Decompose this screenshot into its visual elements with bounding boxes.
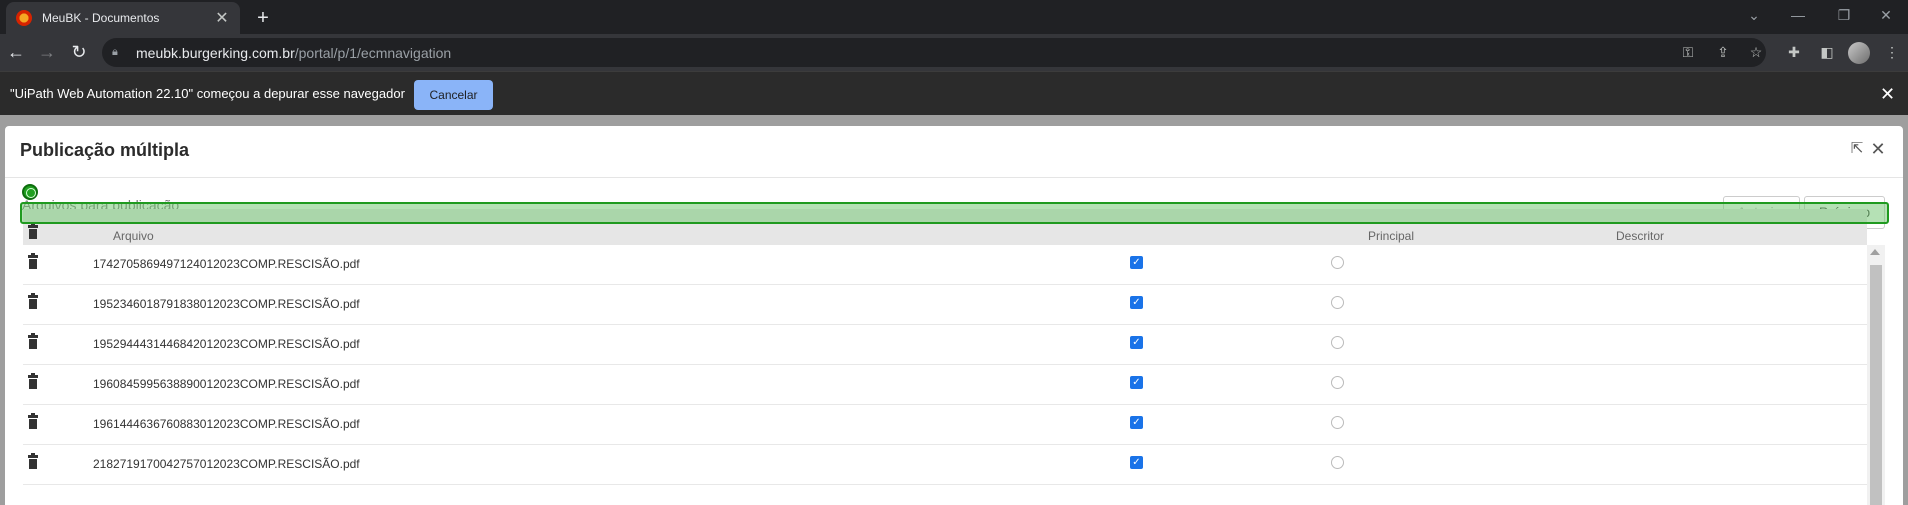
publish-modal: Publicação múltipla ⇱ ✕ Arquivos para pu…: [5, 126, 1903, 505]
file-name: 17427058694971240120​23COMP.RESCISÃO.pdf: [93, 257, 360, 271]
popout-icon[interactable]: ⇱: [1848, 140, 1866, 158]
file-name: 19523460187918380120​23COMP.RESCISÃO.pdf: [93, 297, 360, 311]
forward-arrow-icon[interactable]: →: [36, 41, 58, 63]
file-name: 19529444314468420120​23COMP.RESCISÃO.pdf: [93, 337, 360, 351]
table-row: 19614446367608830120​23COMP.RESCISÃO.pdf…: [23, 405, 1867, 445]
files-table: Arquivo Principal Descritor 174270586949…: [23, 209, 1885, 505]
descritor-radio[interactable]: [1331, 336, 1344, 349]
scroll-thumb[interactable]: [1870, 265, 1882, 505]
table-row: 19608459956388900120​23COMP.RESCISÃO.pdf…: [23, 365, 1867, 405]
new-tab-button[interactable]: +: [250, 6, 276, 32]
principal-checkbox[interactable]: ✓: [1130, 456, 1143, 469]
modal-title: Publicação múltipla: [20, 140, 190, 160]
key-icon[interactable]: ⚿: [1678, 42, 1698, 62]
descritor-radio[interactable]: [1331, 376, 1344, 389]
modal-close-icon[interactable]: ✕: [1869, 140, 1887, 158]
profile-avatar[interactable]: [1848, 42, 1870, 64]
file-name: 21827191700427570120​23COMP.RESCISÃO.pdf: [93, 457, 360, 471]
descritor-radio[interactable]: [1331, 296, 1344, 309]
extensions-puzzle-icon[interactable]: ✚: [1784, 42, 1804, 62]
principal-checkbox[interactable]: ✓: [1130, 336, 1143, 349]
principal-checkbox[interactable]: ✓: [1130, 296, 1143, 309]
descritor-radio[interactable]: [1331, 416, 1344, 429]
principal-checkbox[interactable]: ✓: [1130, 416, 1143, 429]
window-close-button[interactable]: ✕: [1866, 4, 1906, 26]
tab-search-icon[interactable]: ⌄: [1734, 4, 1774, 26]
bookmark-star-icon[interactable]: ☆: [1746, 42, 1766, 62]
cancel-debugging-button[interactable]: Cancelar: [414, 80, 493, 110]
debugging-infobar: "UiPath Web Automation 22.10" começou a …: [0, 71, 1908, 115]
tab-close-icon[interactable]: ✕: [214, 8, 230, 28]
url-path: /portal/p/1/ecmnavigation: [294, 44, 452, 61]
browser-tab[interactable]: MeuBK - Documentos ✕: [6, 2, 240, 34]
delete-trash-icon[interactable]: [28, 453, 38, 469]
delete-trash-icon[interactable]: [28, 333, 38, 349]
delete-trash-icon[interactable]: [28, 293, 38, 309]
modal-header: Publicação múltipla ⇱ ✕: [5, 126, 1903, 178]
restore-button[interactable]: ❐: [1824, 4, 1864, 26]
table-row: 21827191700427570120​23COMP.RESCISÃO.pdf…: [23, 445, 1867, 485]
burger-king-favicon-icon: [16, 10, 32, 26]
scroll-up-arrow-icon[interactable]: [1870, 249, 1880, 255]
url-host: meubk.burgerking.com.br: [136, 44, 295, 61]
address-bar[interactable]: 🔒︎ meubk.burgerking.com.br /portal/p/1/e…: [102, 38, 1766, 67]
side-panel-icon[interactable]: ◧: [1817, 42, 1837, 62]
reload-icon[interactable]: ↻: [68, 41, 90, 63]
debugging-message: "UiPath Web Automation 22.10" começou a …: [10, 86, 405, 101]
file-name: 19608459956388900120​23COMP.RESCISÃO.pdf: [93, 377, 360, 391]
descritor-radio[interactable]: [1331, 256, 1344, 269]
table-row: 17427058694971240120​23COMP.RESCISÃO.pdf…: [23, 245, 1867, 285]
column-header-file: Arquivo: [113, 229, 154, 243]
lock-icon: 🔒︎: [112, 45, 118, 58]
descritor-radio[interactable]: [1331, 456, 1344, 469]
delete-trash-icon[interactable]: [28, 373, 38, 389]
back-arrow-icon[interactable]: ←: [5, 41, 27, 63]
minimize-button[interactable]: —: [1778, 4, 1818, 26]
file-name: 19614446367608830120​23COMP.RESCISÃO.pdf: [93, 417, 360, 431]
browser-tabstrip: MeuBK - Documentos ✕ + ⌄ — ❐ ✕: [0, 0, 1908, 34]
page-backdrop: Publicação múltipla ⇱ ✕ Arquivos para pu…: [0, 115, 1908, 505]
principal-checkbox[interactable]: ✓: [1130, 256, 1143, 269]
delete-trash-icon[interactable]: [28, 253, 38, 269]
table-row: 19529444314468420120​23COMP.RESCISÃO.pdf…: [23, 325, 1867, 365]
infobar-close-icon[interactable]: ✕: [1880, 84, 1895, 105]
share-icon[interactable]: ⇪: [1713, 42, 1733, 62]
tab-title: MeuBK - Documentos: [42, 11, 160, 25]
column-header-descritor: Descritor: [1616, 229, 1665, 243]
column-header-principal: Principal: [1368, 229, 1415, 243]
table-scrollbar[interactable]: [1867, 245, 1885, 505]
uipath-target-icon: [22, 184, 38, 200]
delete-all-trash-icon[interactable]: [28, 223, 38, 239]
menu-kebab-icon[interactable]: ⋮: [1882, 42, 1902, 62]
uipath-element-highlight: [20, 202, 1889, 224]
table-row: 19523460187918380120​23COMP.RESCISÃO.pdf…: [23, 285, 1867, 325]
browser-toolbar: ← → ↻ 🔒︎ meubk.burgerking.com.br /portal…: [0, 34, 1908, 71]
delete-trash-icon[interactable]: [28, 413, 38, 429]
principal-checkbox[interactable]: ✓: [1130, 376, 1143, 389]
